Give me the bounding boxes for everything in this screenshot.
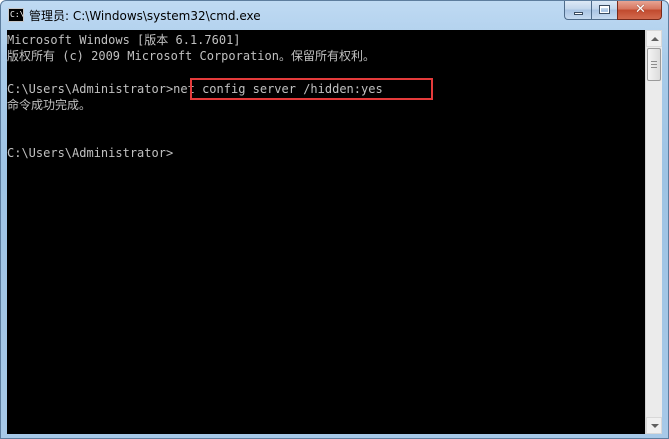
cmd-window: C:\ 管理员: C:\Windows\system32\cmd.exe ✕ M… <box>0 0 669 439</box>
grip-line <box>651 64 657 65</box>
grip-line <box>651 67 657 68</box>
console-line: 命令成功完成。 <box>7 98 92 112</box>
minimize-icon <box>574 12 583 15</box>
minimize-button[interactable] <box>564 1 591 20</box>
console-line: Microsoft Windows [版本 6.1.7601] <box>7 33 241 47</box>
grip-line <box>651 61 657 62</box>
vertical-scrollbar[interactable] <box>645 30 662 434</box>
arrow-up-icon <box>651 37 659 41</box>
close-button[interactable]: ✕ <box>617 1 662 20</box>
window-bottom-frame[interactable] <box>1 434 668 438</box>
scrollbar-thumb[interactable] <box>647 48 661 81</box>
console-command-line: C:\Users\Administrator>net config server… <box>7 82 383 96</box>
close-icon: ✕ <box>635 2 646 17</box>
window-controls: ✕ <box>564 1 662 21</box>
console-line: 版权所有 (c) 2009 Microsoft Corporation。保留所有… <box>7 49 375 63</box>
arrow-down-icon <box>651 424 659 428</box>
console-prompt: C:\Users\Administrator> <box>7 146 174 160</box>
cmd-icon[interactable]: C:\ <box>8 8 24 22</box>
maximize-button[interactable] <box>591 1 617 20</box>
window-title: 管理员: C:\Windows\system32\cmd.exe <box>29 9 261 23</box>
scroll-down-button[interactable] <box>646 417 662 434</box>
maximize-icon <box>599 5 610 14</box>
scroll-up-button[interactable] <box>646 30 662 47</box>
title-bar[interactable]: C:\ 管理员: C:\Windows\system32\cmd.exe ✕ <box>1 1 668 31</box>
console-output[interactable]: Microsoft Windows [版本 6.1.7601] 版权所有 (c)… <box>7 30 645 434</box>
